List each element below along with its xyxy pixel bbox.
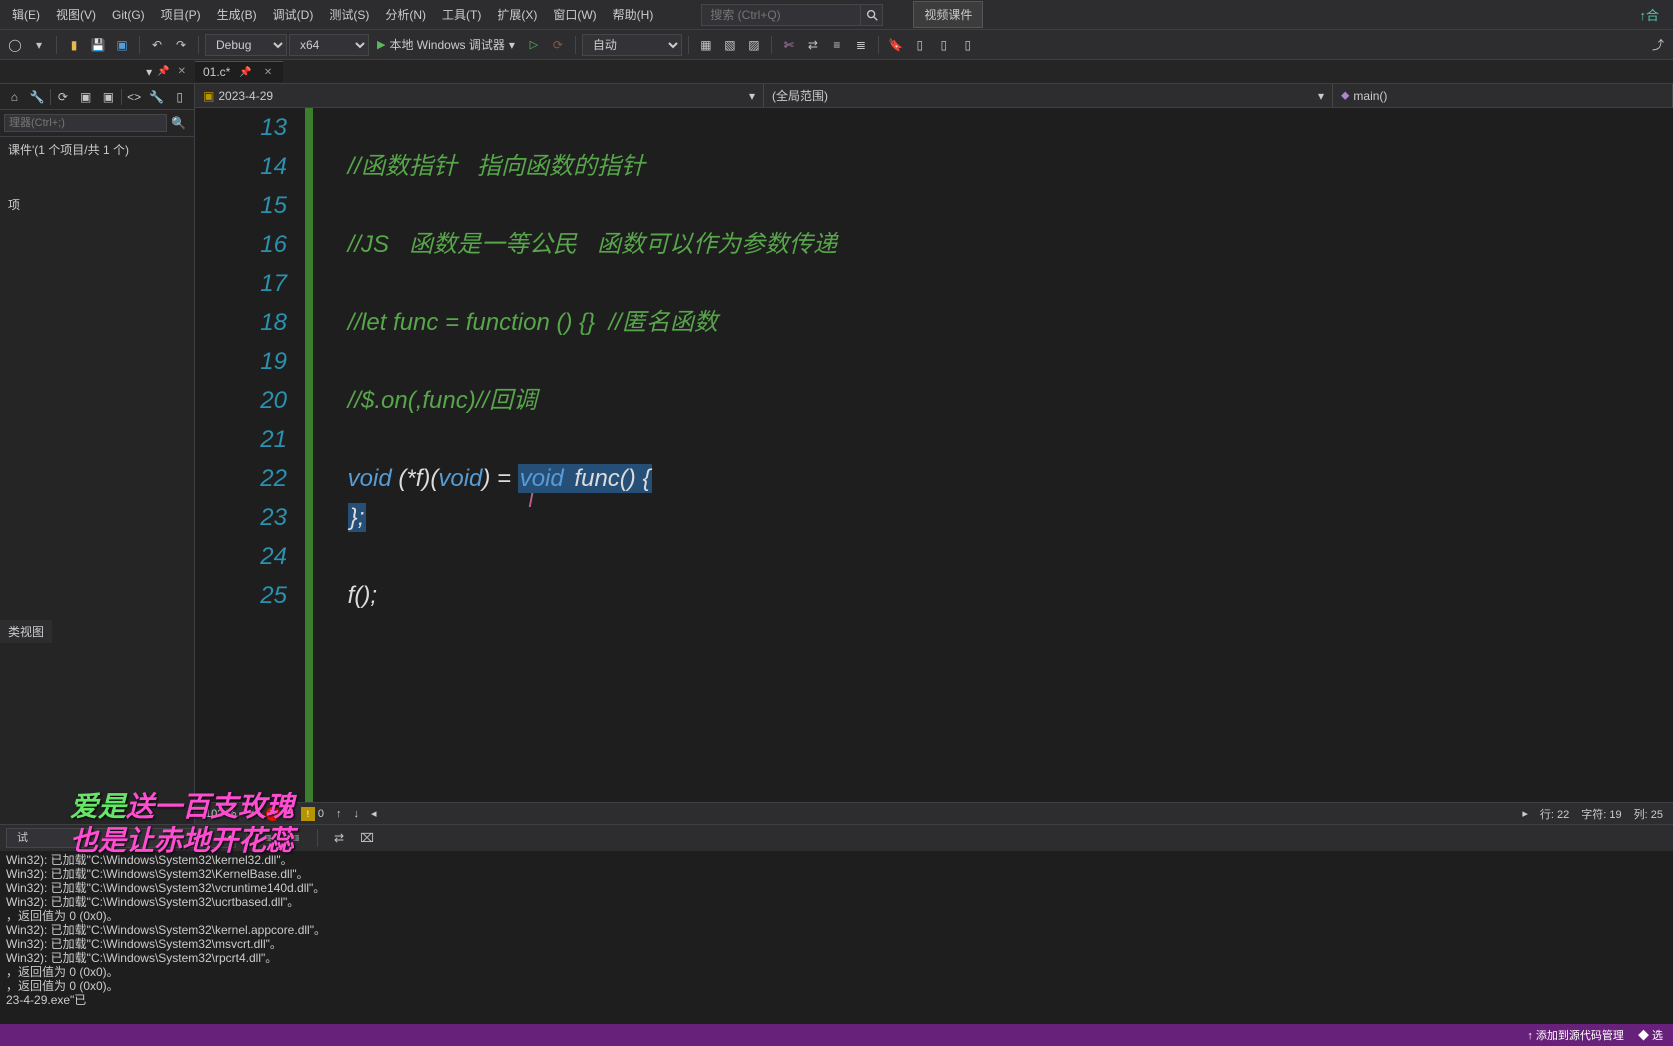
auto-select[interactable]: 自动 xyxy=(582,34,682,56)
start-without-debug-icon[interactable]: ▷ xyxy=(523,34,545,56)
code-content[interactable]: I //函数指针 指向函数的指针 //JS 函数是一等公民 函数可以作为参数传递… xyxy=(313,108,1673,802)
menu-debug[interactable]: 调试(D) xyxy=(265,2,322,27)
save-icon[interactable]: 💾 xyxy=(87,34,109,56)
scroll-left-icon[interactable]: ◂ xyxy=(371,807,377,820)
play-icon: ▶ xyxy=(377,38,385,51)
output-text[interactable]: Win32): 已加载"C:\Windows\System32\kernel32… xyxy=(0,851,1673,1024)
clear-icon[interactable]: ⌧ xyxy=(356,827,378,849)
sidebar-icon-2[interactable]: 🔧 xyxy=(27,86,48,108)
menu-project[interactable]: 项目(P) xyxy=(153,2,209,27)
menu-git[interactable]: Git(G) xyxy=(104,4,153,26)
sidebar-icon-3[interactable]: ▣ xyxy=(75,86,96,108)
tb-icon-8[interactable]: ▯ xyxy=(909,34,931,56)
dropdown-icon[interactable]: ▾ xyxy=(146,65,152,79)
menu-build[interactable]: 生成(B) xyxy=(209,2,265,27)
back-icon[interactable]: ◯ xyxy=(4,34,26,56)
document-tabs: ▾ 📌 ✕ 01.c* 📌 ✕ xyxy=(0,60,1673,84)
scope-context[interactable]: (全局范围) ▾ xyxy=(764,84,1333,107)
source-control-button[interactable]: ↑ 添加到源代码管理 xyxy=(1527,1027,1624,1043)
config-select[interactable]: Debug xyxy=(205,34,287,56)
function-icon: ⬥ xyxy=(1341,88,1349,103)
tb-icon-3[interactable]: ▨ xyxy=(743,34,765,56)
tab-filename: 01.c* xyxy=(203,65,230,79)
menu-view[interactable]: 视图(V) xyxy=(48,2,104,27)
cursor-line: 行: 22 xyxy=(1540,806,1569,822)
tab-pin-icon[interactable]: 📌 xyxy=(236,67,254,78)
forward-icon[interactable]: ▾ xyxy=(28,34,50,56)
solution-node[interactable]: 课件'(1 个项目/共 1 个) xyxy=(0,137,194,162)
sidebar-toolbar: ⌂ 🔧 ⟳ ▣ ▣ <> 🔧 ▯ xyxy=(0,84,194,110)
menu-bar: 辑(E) 视图(V) Git(G) 项目(P) 生成(B) 调试(D) 测试(S… xyxy=(0,0,1673,30)
menu-edit[interactable]: 辑(E) xyxy=(4,2,48,27)
solution-search-input[interactable] xyxy=(4,114,167,132)
wrench-icon[interactable]: 🔧 xyxy=(146,86,167,108)
menu-test[interactable]: 测试(S) xyxy=(321,2,377,27)
new-file-icon[interactable]: ▮ xyxy=(63,34,85,56)
tb-icon-9[interactable]: ▯ xyxy=(933,34,955,56)
sidebar-icon-5[interactable]: ▯ xyxy=(169,86,190,108)
code-editor[interactable]: 13141516171819202122232425 I //函数指针 指向函数… xyxy=(195,108,1673,802)
line-gutter: 13141516171819202122232425 xyxy=(195,108,305,802)
warning-count[interactable]: ! 0 xyxy=(301,807,324,821)
nav-down-icon[interactable]: ↓ xyxy=(353,808,359,820)
tb-icon-4[interactable]: ✄ xyxy=(778,34,800,56)
navigation-bar: ▣ 2023-4-29 ▾ (全局范围) ▾ ⬥ main() xyxy=(195,84,1673,108)
remote-button[interactable]: ◆ 选 xyxy=(1638,1027,1663,1043)
menu-help[interactable]: 帮助(H) xyxy=(605,2,662,27)
search-go-icon[interactable]: 🔍 xyxy=(167,114,190,132)
project-icon: ▣ xyxy=(203,89,214,103)
stop-icon[interactable]: ⟳ xyxy=(547,34,569,56)
redo-icon[interactable]: ↷ xyxy=(170,34,192,56)
tb-icon-1[interactable]: ▦ xyxy=(695,34,717,56)
search-icon[interactable] xyxy=(861,4,883,26)
refresh-icon[interactable]: ⟳ xyxy=(52,86,73,108)
main-toolbar: ◯ ▾ ▮ 💾 ▣ ↶ ↷ Debug x64 ▶本地 Windows 调试器 … xyxy=(0,30,1673,60)
panel-close-icon[interactable]: ✕ xyxy=(175,66,189,77)
code-icon[interactable]: <> xyxy=(124,86,145,108)
class-view-tab[interactable]: 类视图 xyxy=(0,620,52,643)
scroll-right-icon[interactable]: ▸ xyxy=(1522,807,1528,820)
nav-up-icon[interactable]: ↑ xyxy=(336,808,342,820)
function-context[interactable]: ⬥ main() xyxy=(1333,84,1673,107)
tb-icon-5[interactable]: ⇄ xyxy=(802,34,824,56)
sync-indicator[interactable]: ↑合 xyxy=(1639,5,1669,24)
solution-explorer: ⌂ 🔧 ⟳ ▣ ▣ <> 🔧 ▯ 🔍 课件'(1 个项目/共 1 个) 项 xyxy=(0,84,195,824)
lyric-overlay: 爱是送一百支玫瑰 也是让赤地开花蕊 xyxy=(70,790,294,858)
tab-close-icon[interactable]: ✕ xyxy=(261,67,275,78)
project-context[interactable]: ▣ 2023-4-29 ▾ xyxy=(195,84,764,107)
search-input[interactable] xyxy=(701,4,861,26)
editor-tab[interactable]: 01.c* 📌 ✕ xyxy=(195,61,283,82)
tb-icon-6[interactable]: ≡ xyxy=(826,34,848,56)
menu-analyze[interactable]: 分析(N) xyxy=(377,2,434,27)
editor-status-bar: 102 % ▾ ✕ 1 ! 0 ↑ ↓ ◂ ▸ 行: 22 字符: 19 列: … xyxy=(195,802,1673,824)
start-debug-button[interactable]: ▶本地 Windows 调试器 ▾ xyxy=(371,34,521,55)
menu-window[interactable]: 窗口(W) xyxy=(545,2,604,27)
cursor-char: 字符: 19 xyxy=(1581,806,1621,822)
tb-icon-10[interactable]: ▯ xyxy=(957,34,979,56)
menu-extensions[interactable]: 扩展(X) xyxy=(489,2,545,27)
tb-icon-2[interactable]: ▧ xyxy=(719,34,741,56)
bookmark-icon[interactable]: 🔖 xyxy=(885,34,907,56)
sidebar-icon-4[interactable]: ▣ xyxy=(98,86,119,108)
sidebar-item[interactable]: 项 xyxy=(0,192,194,217)
save-all-icon[interactable]: ▣ xyxy=(111,34,133,56)
word-wrap-icon[interactable]: ⇄ xyxy=(328,827,350,849)
menu-tools[interactable]: 工具(T) xyxy=(434,2,489,27)
video-course-button[interactable]: 视频课件 xyxy=(913,1,983,28)
share-icon[interactable]: ⤴ xyxy=(1647,34,1669,56)
undo-icon[interactable]: ↶ xyxy=(146,34,168,56)
platform-select[interactable]: x64 xyxy=(289,34,369,56)
status-bar: ↑ 添加到源代码管理 ◆ 选 xyxy=(0,1024,1673,1046)
cursor-col: 列: 25 xyxy=(1634,806,1663,822)
text-cursor-icon: I xyxy=(528,482,534,521)
pin-icon[interactable]: 📌 xyxy=(154,66,172,77)
change-margin xyxy=(305,108,313,802)
warning-icon: ! xyxy=(301,807,315,821)
tb-icon-7[interactable]: ≣ xyxy=(850,34,872,56)
sidebar-icon-1[interactable]: ⌂ xyxy=(4,86,25,108)
